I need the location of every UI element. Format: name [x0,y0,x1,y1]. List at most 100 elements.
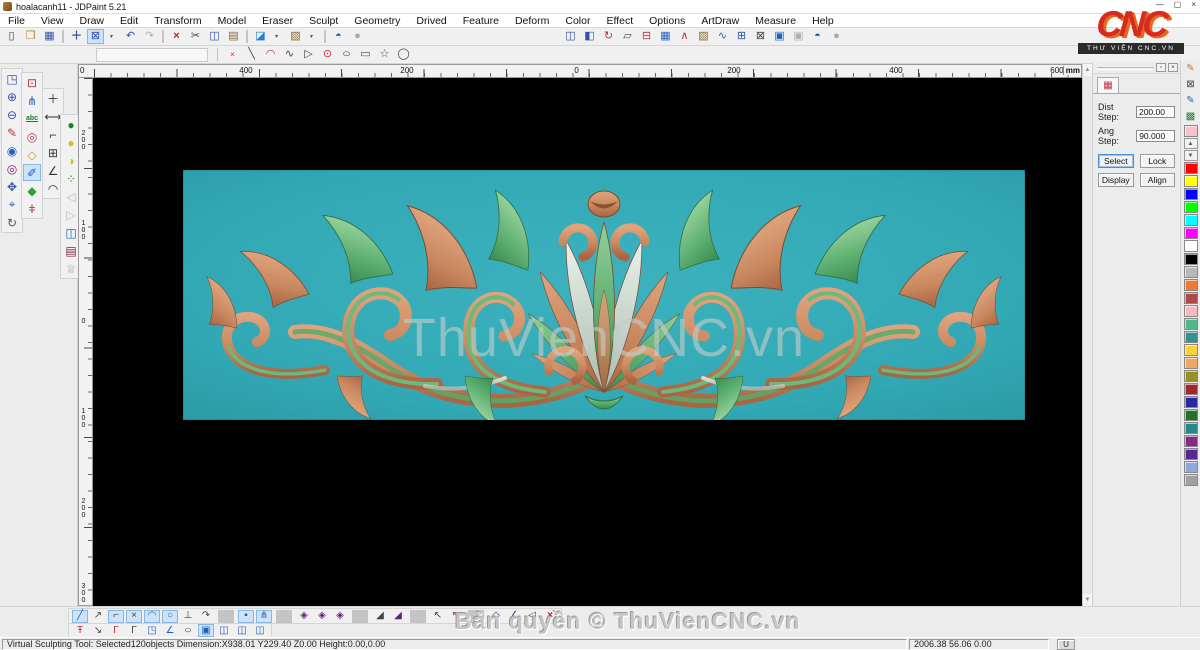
sep[interactable] [246,30,248,43]
menu-item[interactable]: Deform [507,14,557,28]
offset-corner-icon[interactable]: ◳ [144,624,160,637]
swatch-darkgreen[interactable] [1183,409,1198,421]
dropdown-icon[interactable]: ▾ [268,29,285,44]
swatch-white[interactable] [1183,240,1198,252]
dist-step-field[interactable]: 200.00 [1135,106,1175,118]
render-sphere-icon[interactable]: ◓ [330,29,347,44]
select-rect-icon[interactable]: ⊠ [87,29,104,44]
select-button[interactable]: Select [1098,154,1134,168]
circle-center-icon[interactable]: ⊙ [319,47,336,62]
perp-snap-icon[interactable]: ⊥ [180,610,196,623]
scroll-up-icon[interactable]: ▲ [1082,64,1093,76]
zoom-region-icon[interactable]: ◳ [3,70,21,87]
render-sphere-icon[interactable]: ◓ [809,29,826,44]
line-tool-icon[interactable]: ╲ [243,47,260,62]
arc-tool-icon[interactable]: ◠ [262,47,279,62]
rect-tool-icon[interactable]: ▭ [357,47,374,62]
swatch-darkteal[interactable] [1183,422,1198,434]
diamond-snap-icon[interactable]: ◈ [296,610,312,623]
lock-button[interactable]: Lock [1139,154,1175,168]
copy-icon[interactable]: ◫ [206,29,223,44]
menu-item[interactable]: Transform [146,14,209,28]
text-tool-icon[interactable]: abc [23,110,41,127]
corner-gray-icon[interactable]: Γ [126,624,142,637]
dropdown-icon[interactable]: ▾ [303,29,320,44]
undo-icon[interactable]: ↶ [122,29,139,44]
fill-region-icon[interactable]: ▣ [198,624,214,637]
swatch-teal[interactable] [1183,331,1198,343]
swatch-black[interactable] [1183,253,1198,265]
tangent-snap-icon[interactable]: ↷ [198,610,214,623]
ungroup-icon[interactable]: ▣ [790,29,807,44]
wrap-tool-icon[interactable]: ▨ [695,29,712,44]
ring-tool-icon[interactable]: ◎ [23,128,41,145]
vertical-scrollbar[interactable]: ▲ ▼ [1082,64,1093,606]
corner-red-icon[interactable]: Γ [108,624,124,637]
profile-tool-icon[interactable]: ✎ [3,124,21,141]
curve-tool-icon[interactable]: ∿ [281,47,298,62]
swatch-magenta[interactable] [1183,227,1198,239]
delete-icon[interactable]: × [168,29,185,44]
draw-line-snap-icon[interactable]: ╱ [72,609,88,623]
swatch-yellow[interactable] [1183,175,1198,187]
relief-tool-icon[interactable]: ◆ [23,182,41,199]
swatch-olive[interactable] [1183,370,1198,382]
sep[interactable] [62,30,64,43]
shade-mode-icon[interactable]: ● [828,29,845,44]
color-picker-icon[interactable]: ✎ [1183,93,1199,108]
menu-item[interactable]: Model [210,14,255,28]
circle-snap-icon[interactable]: ○ [162,609,178,623]
align-objects-icon[interactable]: ◧ [581,29,598,44]
eraser-tool-icon[interactable]: ◇ [23,146,41,163]
crosshair-icon[interactable]: ＋ [68,29,85,44]
swatch-blue[interactable] [1183,188,1198,200]
sep[interactable] [352,609,368,623]
zoom-in-icon[interactable]: ⊕ [3,88,21,105]
panel-restore-icon[interactable]: ▫ [1156,63,1166,72]
menu-item[interactable]: Sculpt [301,14,346,28]
menu-item[interactable]: Help [804,14,842,28]
menu-item[interactable]: Eraser [254,14,301,28]
fillet-tool-icon[interactable]: ∠ [162,624,178,637]
pen-tool-icon[interactable]: ✎ [1183,61,1199,76]
grid-snap-icon[interactable]: ▪ [238,609,254,623]
display-button[interactable]: Display [1098,173,1134,187]
sep[interactable] [162,30,164,43]
oval-tool-icon[interactable]: ○ [177,624,199,637]
panel-grip[interactable]: ▫ × [1093,62,1180,74]
view-fly-icon[interactable]: ◉ [3,142,21,159]
save-file-icon[interactable]: ▦ [41,29,58,44]
height-gauge-icon[interactable]: ǂ [23,200,41,217]
array-grid-icon[interactable]: ▦ [657,29,674,44]
mirror-copy-icon[interactable]: ◫ [562,29,579,44]
swatch-gold[interactable] [1183,344,1198,356]
swatch-darkred[interactable] [1183,383,1198,395]
swatch-green[interactable] [1183,201,1198,213]
swatch-red[interactable] [1183,162,1198,174]
node-snap-icon[interactable]: ↗ [90,610,106,623]
arc-snap-icon[interactable]: ◠ [144,609,160,623]
menu-item[interactable]: Geometry [346,14,408,28]
node-edit-icon[interactable]: ⋔ [256,609,272,623]
current-color-swatch[interactable] [1183,125,1198,137]
shade-mode-icon[interactable]: ● [349,29,366,44]
menu-item[interactable]: Feature [455,14,507,28]
menu-item[interactable]: View [33,14,72,28]
color-up-icon[interactable]: ▲ [1183,138,1198,149]
new-file-icon[interactable]: ▯ [3,29,20,44]
circle-tool-icon[interactable]: ◯ [395,47,412,62]
hatch-frame-icon[interactable]: ⊠ [752,29,769,44]
swatch-cyan[interactable] [1183,214,1198,226]
paste-icon[interactable]: ▤ [225,29,242,44]
frame-grid-icon[interactable]: ⊞ [733,29,750,44]
pattern-fill-icon[interactable]: ▩ [1183,109,1199,124]
zoom-out-icon[interactable]: ⊖ [3,106,21,123]
close-small-icon[interactable]: × [224,47,241,62]
panel-tab-icon[interactable]: ▦ [1097,77,1119,93]
swatch-brick[interactable] [1183,292,1198,304]
sep[interactable] [276,609,292,623]
zoom-actual-icon[interactable]: ⌖ [3,196,21,213]
ellipse-tool-icon[interactable]: ○ [335,47,358,62]
pan-move-icon[interactable]: ✥ [3,178,21,195]
view-3d-icon[interactable]: ▧ [287,29,304,44]
